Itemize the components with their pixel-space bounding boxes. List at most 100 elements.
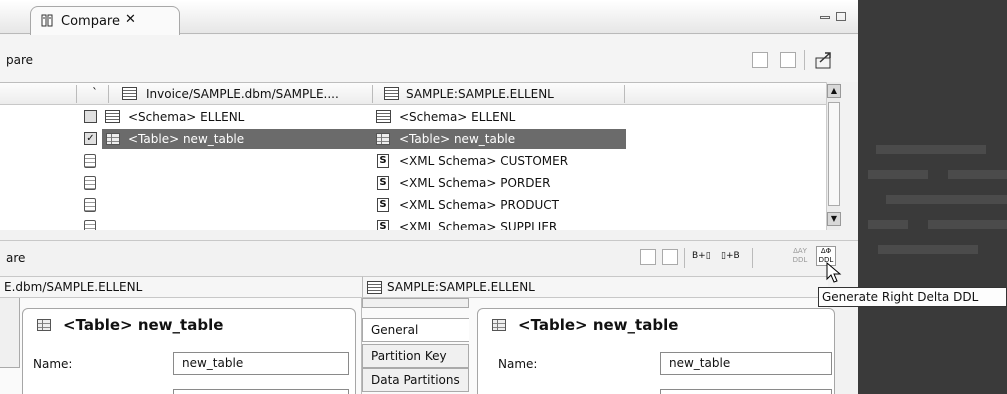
- compare-editor-icon: [41, 14, 53, 27]
- scroll-up-icon[interactable]: ▲: [827, 84, 841, 98]
- tab-data-partitions[interactable]: Data Partitions: [362, 368, 469, 392]
- close-icon[interactable]: ✕: [125, 12, 136, 27]
- row-left-value: <Table> new_table: [128, 132, 245, 146]
- left-pane-header: E.dbm/SAMPLE.ELLENL: [0, 276, 362, 298]
- logo-stripe: [868, 220, 908, 229]
- table-properties-card: <Table> new_table Name: new_table: [477, 308, 835, 394]
- database-icon: [122, 87, 137, 100]
- name-label: Name:: [33, 357, 73, 371]
- row-right-value: <Schema> ELLENL: [399, 110, 516, 124]
- tree-header: ` Invoice/SAMPLE.dbm/SAMPLE.... SAMPLE:S…: [0, 83, 826, 105]
- name-label: Name:: [498, 357, 538, 371]
- database-icon: [367, 281, 382, 294]
- name-field[interactable]: new_table: [173, 352, 349, 375]
- xml-schema-icon: S: [377, 154, 389, 168]
- tree-row[interactable]: S <XML Schema> PRODUCT: [0, 195, 826, 215]
- tab-partition-key[interactable]: Partition Key: [362, 344, 469, 368]
- compare-tab[interactable]: Compare ✕: [30, 6, 180, 35]
- tree-row-selected[interactable]: ✓ <Table> new_table <Table> new_table: [0, 129, 826, 149]
- tree-row[interactable]: S <XML Schema> PORDER: [0, 173, 826, 193]
- card-title: <Table> new_table: [63, 316, 224, 334]
- table-icon: [492, 319, 506, 331]
- toolbar-divider: [684, 248, 685, 268]
- column-divider: [624, 85, 625, 103]
- compare-editor: Compare ✕ pare ` Invoice/SAMPLE.dbm/SAMP…: [0, 0, 858, 394]
- secondary-field[interactable]: [660, 389, 832, 394]
- secondary-field[interactable]: [173, 389, 349, 394]
- row-right-value: <XML Schema> CUSTOMER: [399, 154, 569, 168]
- next-change-icon[interactable]: [662, 249, 678, 265]
- schema-icon: [376, 110, 391, 123]
- property-compare-header: are B+▯ ▯+B ΔΑΥ DDL ΔΦ DDL: [0, 240, 858, 276]
- unchanged-icon: [84, 110, 97, 123]
- right-pane-path: SAMPLE:SAMPLE.ELLENL: [387, 280, 535, 294]
- copy-to-right-button[interactable]: ▯+B: [721, 251, 740, 261]
- logo-stripe: [868, 170, 928, 179]
- column-divider: [76, 85, 77, 103]
- minimize-icon[interactable]: [820, 16, 830, 19]
- row-left-value: <Schema> ELLENL: [128, 110, 245, 124]
- right-only-icon: [84, 198, 96, 212]
- toolbar-divider: [804, 50, 805, 70]
- left-vertical-tabs[interactable]: [0, 298, 20, 368]
- column-divider: [108, 85, 109, 103]
- table-icon: [376, 133, 390, 145]
- left-properties-pane: <Table> new_table Name: new_table: [0, 298, 362, 394]
- logo-stripe: [948, 170, 1007, 179]
- compare-tab-label: Compare: [61, 14, 120, 29]
- row-right-value: <XML Schema> PORDER: [399, 176, 551, 190]
- previous-difference-icon[interactable]: [780, 52, 796, 68]
- table-icon: [106, 133, 120, 145]
- row-right-value: <XML Schema> SUPPLIER: [399, 220, 558, 230]
- structure-compare-title: pare: [6, 53, 34, 67]
- column-divider: [372, 85, 373, 103]
- background-logo-area: [858, 0, 1007, 394]
- xml-schema-icon: S: [377, 198, 389, 212]
- tooltip: Generate Right Delta DDL: [818, 287, 1007, 307]
- scroll-down-icon[interactable]: ▼: [827, 212, 841, 226]
- export-icon[interactable]: [814, 50, 834, 70]
- generate-left-delta-ddl-button[interactable]: ΔΑΥ DDL: [790, 247, 810, 265]
- left-pane-path: E.dbm/SAMPLE.ELLENL: [4, 280, 143, 294]
- previous-change-icon[interactable]: [640, 249, 656, 265]
- tree-row[interactable]: <Schema> ELLENL <Schema> ELLENL: [0, 107, 826, 127]
- right-only-icon: [84, 176, 96, 190]
- toolbar-divider: [752, 248, 753, 268]
- right-only-icon: [84, 220, 96, 230]
- maximize-icon[interactable]: [836, 12, 846, 21]
- column-header-left[interactable]: Invoice/SAMPLE.dbm/SAMPLE....: [146, 87, 339, 101]
- xml-schema-icon: S: [377, 176, 389, 190]
- mouse-cursor-icon: [826, 262, 842, 283]
- logo-stripe: [886, 195, 1007, 204]
- column-header-right[interactable]: SAMPLE:SAMPLE.ELLENL: [406, 87, 554, 101]
- database-icon: [384, 87, 399, 100]
- editor-tab-strip: Compare ✕: [0, 0, 858, 35]
- logo-stripe: [928, 220, 1007, 229]
- copy-to-left-button[interactable]: B+▯: [692, 251, 711, 261]
- structure-compare-tree: ` Invoice/SAMPLE.dbm/SAMPLE.... SAMPLE:S…: [0, 82, 826, 230]
- right-properties-pane: General Partition Key Data Partitions <T…: [362, 298, 835, 394]
- name-field[interactable]: new_table: [660, 352, 832, 375]
- right-only-icon: [84, 154, 96, 168]
- xml-schema-icon: S: [377, 220, 389, 230]
- checked-checkbox-icon[interactable]: ✓: [84, 132, 97, 145]
- next-difference-icon[interactable]: [752, 52, 768, 68]
- row-right-value: <Table> new_table: [399, 132, 516, 146]
- logo-stripe: [876, 145, 986, 154]
- card-title: <Table> new_table: [518, 316, 679, 334]
- property-compare-title: are: [6, 251, 26, 265]
- table-properties-card: <Table> new_table Name: new_table: [22, 308, 356, 394]
- logo-stripe: [878, 245, 978, 254]
- table-icon: [37, 319, 51, 331]
- tab-general[interactable]: General: [362, 318, 469, 342]
- vertical-tab-top[interactable]: [362, 298, 469, 308]
- row-right-value: <XML Schema> PRODUCT: [399, 198, 559, 212]
- tree-row[interactable]: S <XML Schema> SUPPLIER: [0, 217, 826, 230]
- structure-compare-header: pare: [0, 35, 858, 82]
- schema-icon: [105, 110, 120, 123]
- tree-row[interactable]: S <XML Schema> CUSTOMER: [0, 151, 826, 171]
- scroll-thumb[interactable]: [828, 102, 840, 206]
- tree-scrollbar[interactable]: ▲ ▼: [826, 82, 841, 230]
- column-header-status[interactable]: `: [92, 86, 98, 100]
- right-pane-header: SAMPLE:SAMPLE.ELLENL: [362, 276, 828, 298]
